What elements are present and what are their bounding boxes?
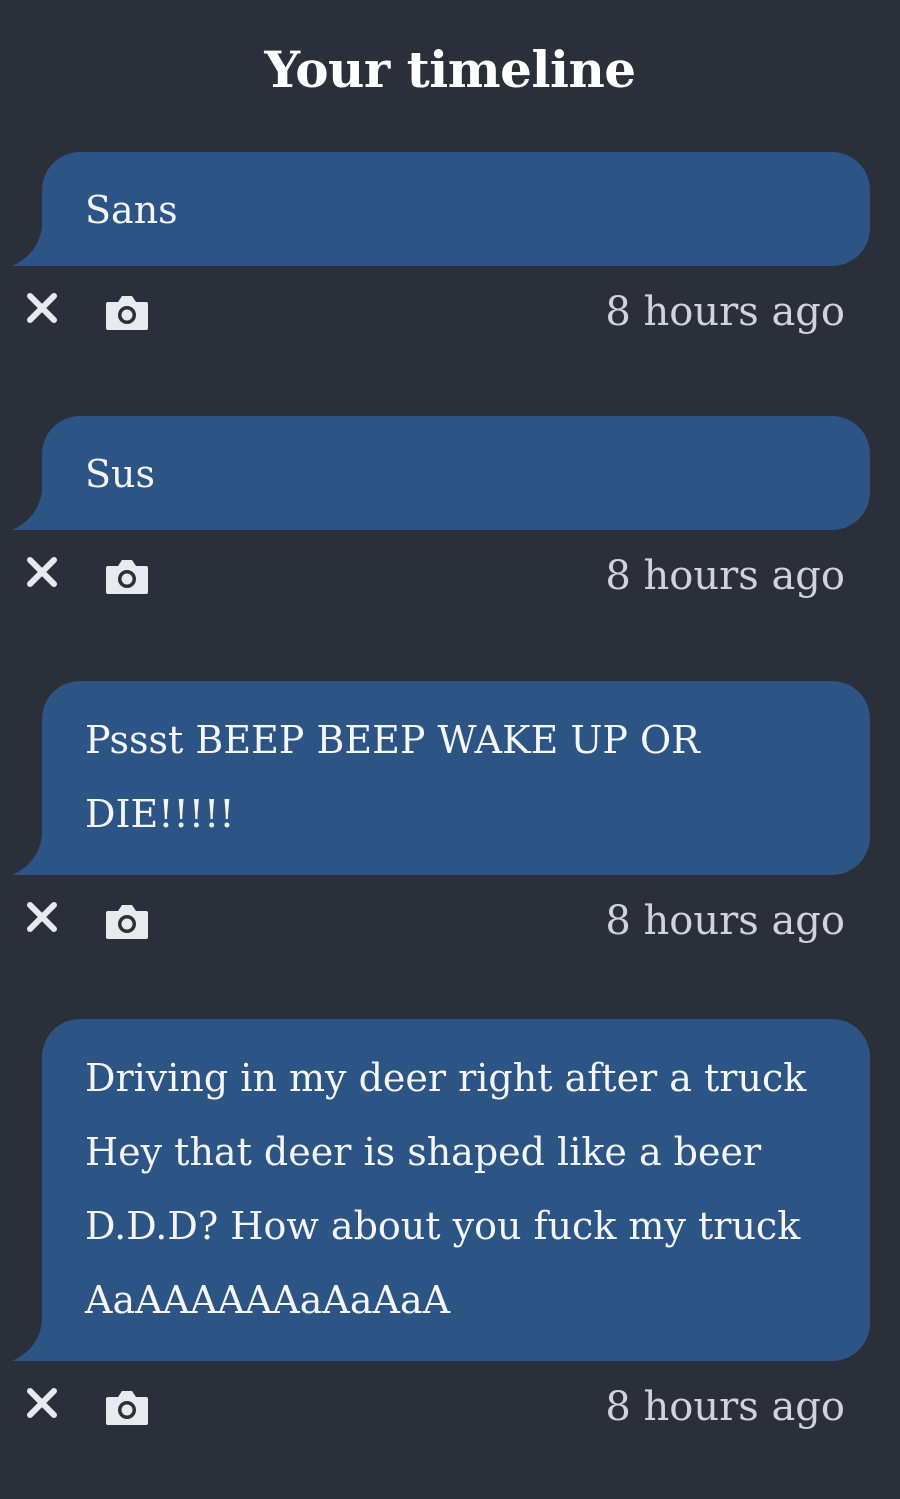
message-line: DIE!!!!! — [85, 792, 235, 836]
message-line: Hey that deer is shaped like a beer — [85, 1130, 762, 1174]
post-timestamp: 8 hours ago — [605, 898, 845, 944]
camera-icon[interactable] — [104, 292, 150, 332]
post-actions: 8 hours ago — [0, 875, 900, 975]
post-actions: 8 hours ago — [0, 530, 900, 630]
post-timestamp: 8 hours ago — [605, 289, 845, 335]
timeline-post: Driving in my deer right after a truck H… — [0, 1019, 900, 1461]
camera-icon[interactable] — [104, 901, 150, 941]
timeline-post: Sans 8 hours ago — [0, 152, 900, 366]
message-line: Sus — [85, 452, 156, 496]
message-bubble: Driving in my deer right after a truck H… — [42, 1019, 870, 1361]
message-bubble: Sans — [42, 152, 870, 266]
message-line: Driving in my deer right after a truck — [85, 1056, 807, 1100]
close-icon[interactable] — [22, 288, 62, 328]
close-icon[interactable] — [22, 897, 62, 937]
timeline-post: Sus 8 hours ago — [0, 416, 900, 630]
message-line: Pssst BEEP BEEP WAKE UP OR — [85, 718, 700, 762]
post-actions: 8 hours ago — [0, 1361, 900, 1461]
camera-icon[interactable] — [104, 1387, 150, 1427]
message-bubble: Pssst BEEP BEEP WAKE UP OR DIE!!!!! — [42, 681, 870, 875]
close-icon[interactable] — [22, 552, 62, 592]
message-line: D.D.D? How about you fuck my truck — [85, 1204, 801, 1248]
message-bubble: Sus — [42, 416, 870, 530]
message-line: AaAAAAAAaAaAaA — [85, 1278, 451, 1322]
post-timestamp: 8 hours ago — [605, 553, 845, 599]
timeline-post: Pssst BEEP BEEP WAKE UP OR DIE!!!!! 8 ho… — [0, 681, 900, 975]
page-title: Your timeline — [264, 40, 636, 99]
message-line: Sans — [85, 188, 178, 232]
camera-icon[interactable] — [104, 556, 150, 596]
post-actions: 8 hours ago — [0, 266, 900, 366]
post-timestamp: 8 hours ago — [605, 1384, 845, 1430]
close-icon[interactable] — [22, 1383, 62, 1423]
